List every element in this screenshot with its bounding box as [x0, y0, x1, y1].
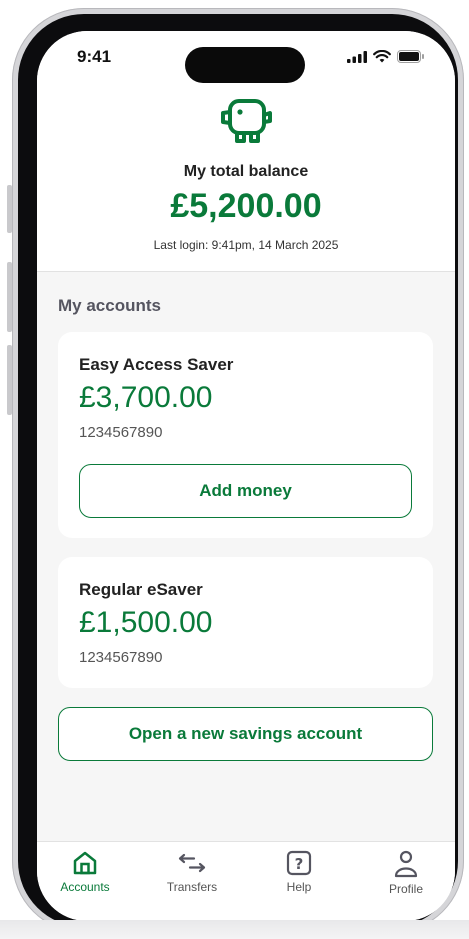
dynamic-island	[185, 47, 305, 83]
wifi-icon	[373, 50, 391, 63]
tab-profile[interactable]: Profile	[366, 850, 446, 896]
balance-header: 9:41 My total balance £5,200.00 Last log…	[37, 31, 455, 272]
tab-transfers[interactable]: Transfers	[152, 850, 232, 894]
tab-label: Transfers	[166, 880, 218, 894]
transfer-arrows-icon	[178, 853, 206, 873]
account-number: 1234567890	[79, 649, 163, 666]
piggy-bank-icon	[221, 99, 272, 143]
tab-accounts[interactable]: Accounts	[45, 850, 125, 894]
section-title: My accounts	[58, 296, 161, 315]
account-number: 1234567890	[79, 424, 163, 441]
account-card-easy-access[interactable]: Easy Access Saver £3,700.00 1234567890 A…	[58, 332, 433, 538]
add-money-button[interactable]: Add money	[79, 464, 412, 518]
tab-help[interactable]: ? Help	[259, 850, 339, 894]
total-balance-amount: £5,200.00	[170, 187, 322, 225]
account-card-regular-esaver[interactable]: Regular eSaver £1,500.00 1234567890	[58, 557, 433, 688]
device-side-button	[7, 262, 12, 332]
tab-label: Profile	[388, 882, 423, 896]
accounts-section: My accounts Easy Access Saver £3,700.00 …	[37, 272, 455, 842]
help-icon: ?	[286, 850, 312, 876]
profile-icon	[394, 850, 418, 878]
account-name: Easy Access Saver	[79, 355, 234, 374]
device-side-button	[7, 185, 12, 233]
account-balance: £3,700.00	[79, 381, 213, 414]
battery-icon	[397, 50, 424, 63]
tab-label: Help	[286, 880, 312, 894]
signal-icon	[347, 50, 367, 63]
balance-label: My total balance	[183, 163, 309, 180]
account-balance: £1,500.00	[79, 606, 213, 639]
account-name: Regular eSaver	[79, 580, 203, 599]
status-icons	[347, 50, 425, 63]
tab-label: Accounts	[60, 880, 110, 894]
app-screen: 9:41 My total balance £5,200.00 Last log…	[37, 31, 455, 921]
svg-text:?: ?	[295, 855, 304, 873]
home-icon	[73, 851, 97, 875]
open-savings-account-button[interactable]: Open a new savings account	[58, 707, 433, 761]
device-side-button	[7, 345, 12, 415]
bottom-tab-bar: Accounts Transfers ? Help Profile	[37, 841, 455, 921]
last-login-text: Last login: 9:41pm, 14 March 2025	[153, 238, 339, 252]
status-time: 9:41	[77, 47, 112, 66]
page-bottom-strip	[0, 920, 469, 939]
